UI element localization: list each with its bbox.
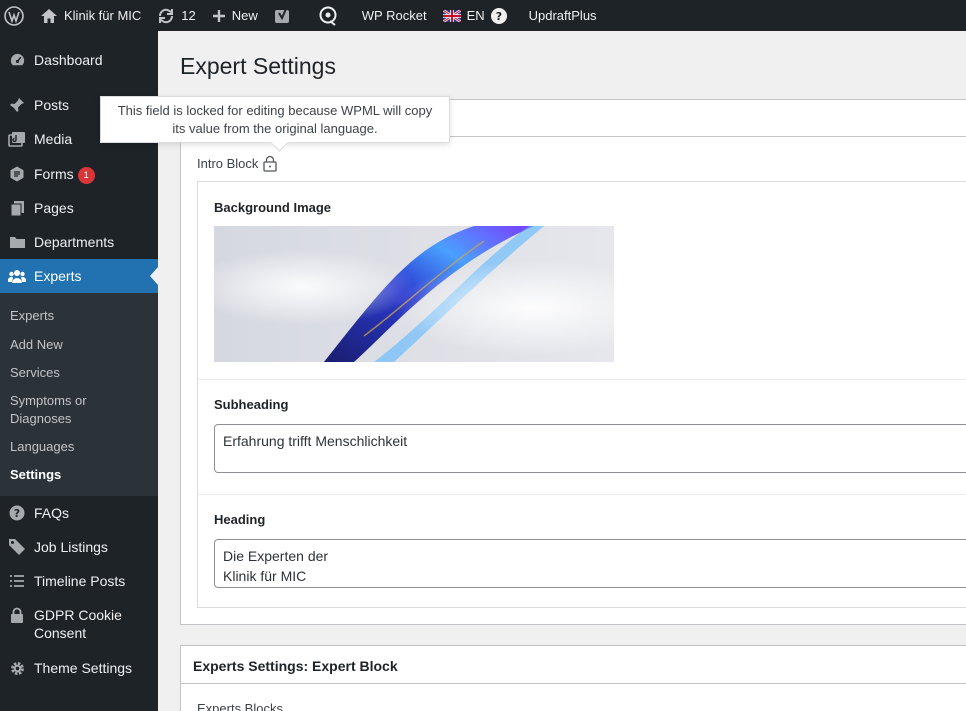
tag-icon — [8, 538, 26, 556]
submenu-item-services[interactable]: Services — [10, 364, 60, 382]
updates-count: 12 — [181, 8, 196, 23]
lock-icon[interactable] — [262, 155, 278, 172]
forms-count-badge: 1 — [77, 166, 95, 184]
refresh-icon — [159, 8, 174, 23]
help-icon: ? — [490, 7, 507, 24]
svg-text:?: ? — [495, 10, 501, 23]
updraftplus-label: UpdraftPlus — [528, 8, 597, 23]
page-title: Expert Settings — [180, 53, 336, 79]
svg-text:?: ? — [14, 507, 20, 520]
postbox-divider — [181, 683, 966, 684]
media-icon — [8, 130, 26, 148]
site-name: Klinik für MIC — [64, 8, 142, 23]
yoast-icon — [274, 8, 289, 23]
expert-block-box: Experts Settings: Expert Block Experts B… — [180, 645, 966, 711]
forms-icon — [8, 165, 26, 183]
group-icon — [8, 267, 26, 285]
bubble-icon — [319, 6, 337, 26]
submenu-item-experts[interactable]: Experts — [10, 307, 54, 325]
field-divider — [198, 379, 966, 380]
uk-flag-icon — [442, 9, 461, 22]
submenu-item-settings[interactable]: Settings — [10, 466, 61, 484]
sidebar-item-gdpr[interactable]: GDPR Cookie Consent — [0, 606, 130, 642]
updates-link[interactable]: 12 — [149, 0, 203, 31]
folder-icon — [8, 233, 26, 251]
wp-rocket-label: WP Rocket — [361, 8, 427, 23]
submenu-item-add-new[interactable]: Add New — [10, 336, 63, 354]
submenu-item-languages[interactable]: Languages — [10, 438, 74, 456]
intro-settings-box: Intro Block Background Image Subheading … — [180, 99, 966, 625]
list-icon — [8, 572, 26, 590]
sidebar-item-timeline-posts[interactable]: Timeline Posts — [0, 572, 158, 590]
site-name-link[interactable]: Klinik für MIC — [32, 0, 149, 31]
wp-rocket-link[interactable]: WP Rocket — [354, 0, 435, 31]
sidebar-item-experts[interactable]: Experts — [0, 259, 158, 293]
subheading-input[interactable]: Erfahrung trifft Menschlichkeit — [214, 424, 966, 473]
new-content-link[interactable]: New — [204, 0, 266, 31]
toolkit-link[interactable] — [310, 0, 346, 31]
heading-label: Heading — [214, 512, 266, 527]
experts-submenu: Experts Add New Services Symptoms or Dia… — [0, 293, 158, 496]
wpml-lock-tooltip: This field is locked for editing because… — [100, 96, 450, 143]
intro-block-group: Background Image Subheading Erfahrung tr… — [197, 181, 966, 608]
experts-blocks-label: Experts Blocks — [197, 701, 283, 711]
gear-icon — [8, 659, 26, 677]
expert-block-title[interactable]: Experts Settings: Expert Block — [193, 658, 398, 674]
wordpress-logo-button[interactable] — [0, 0, 32, 31]
sidebar-item-job-listings[interactable]: Job Listings — [0, 538, 158, 556]
sidebar-item-pages[interactable]: Pages — [0, 199, 158, 217]
pages-icon — [8, 199, 26, 217]
new-label: New — [231, 8, 258, 23]
wordpress-icon — [4, 5, 24, 26]
submenu-item-symptoms[interactable]: Symptoms or Diagnoses — [10, 392, 120, 428]
background-image-label: Background Image — [214, 200, 332, 215]
heading-input[interactable]: Die Experten der Klinik für MIC — [214, 539, 966, 588]
intro-block-label: Intro Block — [197, 155, 278, 172]
yoast-link[interactable] — [266, 0, 300, 31]
sidebar-item-dashboard[interactable]: Dashboard — [0, 51, 158, 69]
sidebar-item-departments[interactable]: Departments — [0, 233, 158, 251]
updraftplus-link[interactable]: UpdraftPlus — [521, 0, 605, 31]
subheading-label: Subheading — [214, 397, 289, 412]
sidebar-item-theme-settings[interactable]: Theme Settings — [0, 659, 158, 677]
help-icon: ? — [8, 504, 26, 522]
current-menu-arrow — [150, 267, 158, 285]
admin-bar: Klinik für MIC 12 New WP Rocket EN ? Upd… — [0, 0, 966, 31]
dashboard-icon — [8, 51, 26, 69]
background-image-preview[interactable] — [214, 226, 614, 362]
sidebar-item-forms[interactable]: Forms 1 — [0, 165, 158, 184]
field-divider — [198, 494, 966, 495]
home-icon — [41, 8, 57, 23]
pin-icon — [8, 96, 26, 114]
lock-icon — [8, 606, 26, 624]
sidebar-item-faqs[interactable]: ? FAQs — [0, 504, 158, 522]
language-switcher[interactable]: EN ? — [435, 0, 515, 31]
plus-icon — [212, 9, 225, 22]
language-label: EN — [466, 8, 485, 23]
